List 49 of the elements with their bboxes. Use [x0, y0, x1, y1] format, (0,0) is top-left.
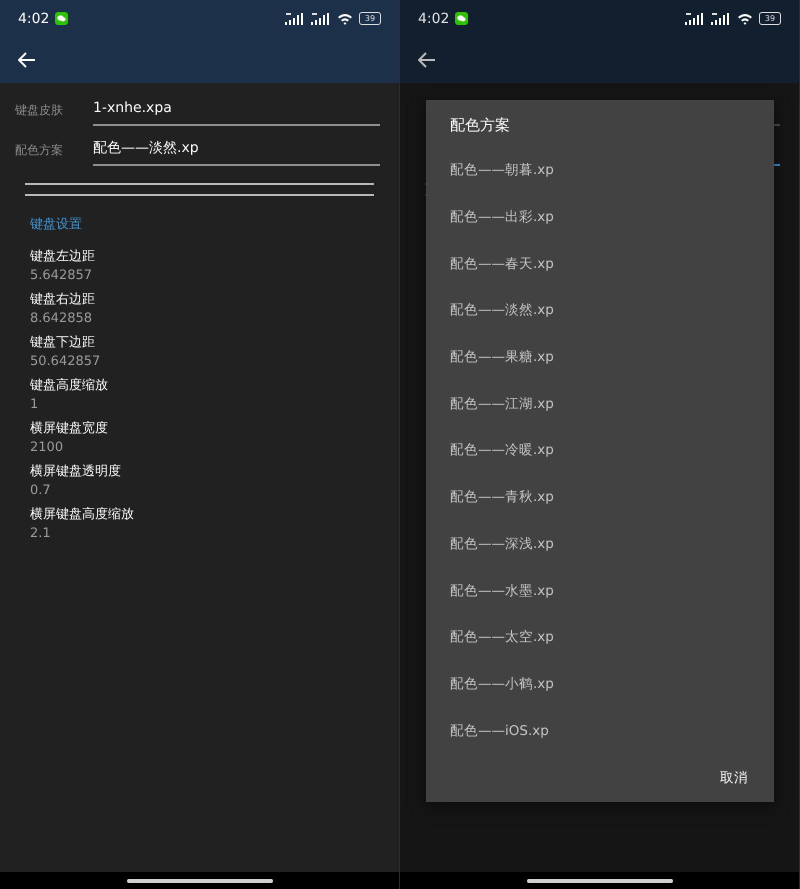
- dialog-option[interactable]: 配色——春天.xp: [426, 240, 774, 288]
- dialog-option[interactable]: 配色——太空.xp: [426, 614, 774, 661]
- status-time: 4:02: [418, 10, 450, 26]
- wifi-icon: [737, 12, 753, 24]
- cancel-button[interactable]: 取消: [708, 760, 760, 795]
- dialog-option[interactable]: 配色——淡然.xp: [426, 287, 774, 334]
- dialog-option[interactable]: 配色——iOS.xp: [426, 707, 774, 754]
- dialog-title: 配色方案: [449, 116, 511, 136]
- setting-title[interactable]: 横屏键盘宽度: [0, 419, 399, 438]
- dialog-option[interactable]: 配色——果糖.xp: [426, 334, 774, 380]
- input-field[interactable]: 1-xnhe.xpa: [93, 92, 380, 126]
- dialog-option[interactable]: 配色——水墨.xp: [426, 567, 774, 614]
- dialog-option[interactable]: 配色——冷暖.xp: [426, 427, 774, 474]
- wifi-icon: [337, 12, 353, 24]
- setting-title[interactable]: 键盘下边距: [0, 333, 399, 352]
- input-field[interactable]: 配色——淡然.xp: [93, 132, 380, 166]
- setting-title[interactable]: 键盘左边距: [0, 247, 399, 266]
- section-title: 键盘设置: [29, 216, 83, 234]
- signal-icon: [311, 12, 331, 24]
- dialog-option[interactable]: 配色——出彩.xp: [426, 194, 774, 240]
- setting-title[interactable]: 横屏键盘透明度: [0, 462, 399, 481]
- signal-icon: [685, 12, 705, 24]
- dialog-option[interactable]: 配色——朝暮.xp: [426, 147, 774, 194]
- signal-icon: [711, 12, 731, 24]
- setting-title[interactable]: 键盘高度缩放: [0, 376, 399, 395]
- dialog-option[interactable]: 配色——深浅.xp: [426, 520, 774, 568]
- signal-icon: [285, 12, 305, 24]
- dialog-option[interactable]: 配色——小鹤.xp: [426, 660, 774, 708]
- dialog-option[interactable]: 配色——江湖.xp: [426, 380, 774, 428]
- setting-title[interactable]: 键盘右边距: [0, 290, 399, 309]
- setting-value: 2100: [29, 439, 64, 457]
- status-time: 4:02: [18, 10, 50, 26]
- setting-value: 5.642857: [29, 267, 94, 285]
- setting-title[interactable]: 横屏键盘高度缩放: [0, 505, 399, 524]
- setting-value: 50.642857: [29, 353, 102, 371]
- setting-value: 0.7: [29, 482, 52, 500]
- setting-value: 8.642858: [29, 310, 94, 328]
- setting-value: 1: [29, 396, 40, 414]
- chat-app-icon: [455, 12, 468, 25]
- battery-icon: 39: [359, 12, 381, 25]
- home-indicator[interactable]: [126, 878, 272, 882]
- battery-icon: 39: [759, 12, 781, 25]
- field-label: 键盘皮肤: [15, 102, 64, 119]
- dialog-option[interactable]: 配色——青秋.xp: [426, 474, 774, 520]
- setting-value: 2.1: [29, 525, 52, 543]
- chat-app-icon: [55, 12, 68, 25]
- field-label: 配色方案: [15, 142, 64, 159]
- back-arrow-icon[interactable]: [418, 52, 436, 68]
- home-indicator[interactable]: [526, 878, 672, 882]
